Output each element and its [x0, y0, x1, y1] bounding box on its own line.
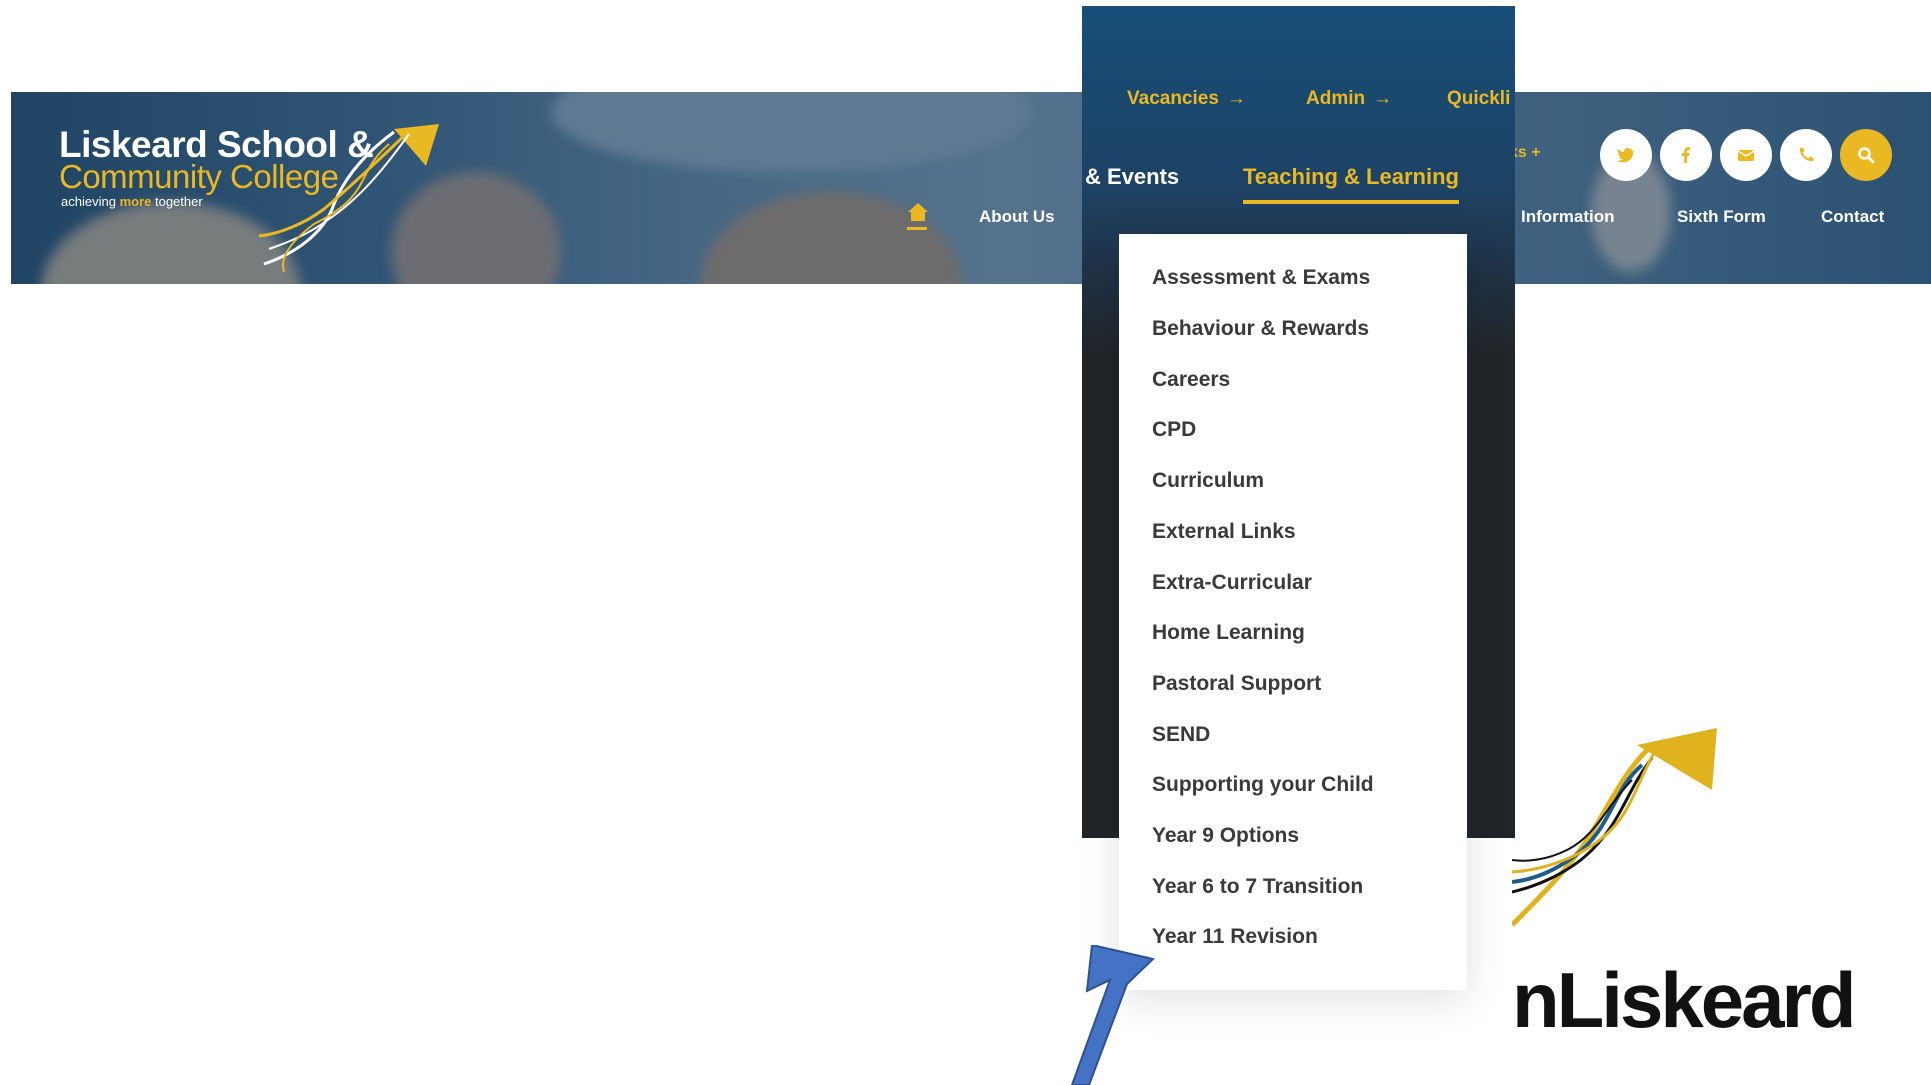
- util-vacancies-label: Vacancies: [1127, 88, 1219, 109]
- search-button[interactable]: [1840, 129, 1892, 181]
- nav-about-us[interactable]: About Us: [979, 207, 1055, 227]
- logo-tagline: achieving more together: [61, 194, 203, 209]
- school-logo[interactable]: Liskeard School & Community College achi…: [59, 124, 459, 274]
- brand-wordmark: nLiskeard: [1512, 956, 1856, 1044]
- util-admin-label: Admin: [1306, 88, 1366, 109]
- facebook-icon: [1682, 147, 1690, 163]
- active-tab-underline: [1243, 200, 1459, 204]
- menu-item-behaviour-rewards[interactable]: Behaviour & Rewards: [1152, 317, 1369, 341]
- nav-teaching-learning[interactable]: Teaching & Learning: [1243, 164, 1459, 204]
- email-icon: [1737, 150, 1755, 161]
- home-nav-button[interactable]: [907, 202, 931, 232]
- arrow-right-icon: →: [1373, 88, 1393, 109]
- menu-item-extra-curricular[interactable]: Extra-Curricular: [1152, 571, 1312, 595]
- nav-sixth-form[interactable]: Sixth Form: [1677, 207, 1766, 227]
- util-quicklinks-link[interactable]: Quickli: [1447, 88, 1510, 110]
- menu-item-assessment-exams[interactable]: Assessment & Exams: [1152, 266, 1370, 290]
- brand-kite-icon: [1512, 728, 1717, 927]
- menu-item-year-9-options[interactable]: Year 9 Options: [1152, 824, 1299, 848]
- menu-item-pastoral-support[interactable]: Pastoral Support: [1152, 672, 1321, 696]
- twitter-button[interactable]: [1600, 129, 1652, 181]
- menu-item-send[interactable]: SEND: [1152, 723, 1210, 747]
- nav-news-events[interactable]: & Events: [1085, 164, 1179, 190]
- email-button[interactable]: [1720, 129, 1772, 181]
- teaching-learning-dropdown: Assessment & Exams Behaviour & Rewards C…: [1119, 234, 1467, 990]
- nav-information[interactable]: Information: [1521, 207, 1615, 227]
- header-banner: Liskeard School & Community College achi…: [11, 92, 1931, 284]
- tagline-start: achieving: [61, 194, 116, 209]
- arrow-right-icon: →: [1226, 88, 1246, 109]
- nav-teaching-learning-label: Teaching & Learning: [1243, 164, 1459, 189]
- kite-logo-icon: [258, 124, 439, 273]
- home-active-underline: [907, 227, 927, 230]
- util-vacancies-link[interactable]: Vacancies →: [1127, 88, 1246, 110]
- search-icon: [1858, 147, 1875, 164]
- menu-item-supporting-your-child[interactable]: Supporting your Child: [1152, 773, 1374, 797]
- util-admin-link[interactable]: Admin →: [1306, 88, 1392, 110]
- menu-item-curriculum[interactable]: Curriculum: [1152, 469, 1264, 493]
- menu-item-external-links[interactable]: External Links: [1152, 520, 1296, 544]
- phone-button[interactable]: [1780, 129, 1832, 181]
- menu-item-home-learning[interactable]: Home Learning: [1152, 621, 1305, 645]
- home-icon: [908, 203, 928, 221]
- facebook-button[interactable]: [1660, 129, 1712, 181]
- menu-item-year-6-7-transition[interactable]: Year 6 to 7 Transition: [1152, 875, 1363, 899]
- tagline-highlight: more: [119, 194, 152, 209]
- tagline-end: together: [154, 194, 203, 209]
- menu-item-year-11-revision[interactable]: Year 11 Revision: [1152, 925, 1318, 949]
- menu-item-cpd[interactable]: CPD: [1152, 418, 1196, 442]
- nav-contact[interactable]: Contact: [1821, 207, 1884, 227]
- twitter-icon: [1617, 148, 1634, 163]
- menu-item-careers[interactable]: Careers: [1152, 368, 1230, 392]
- annotation-arrow: [1070, 945, 1156, 1085]
- phone-icon: [1799, 147, 1814, 162]
